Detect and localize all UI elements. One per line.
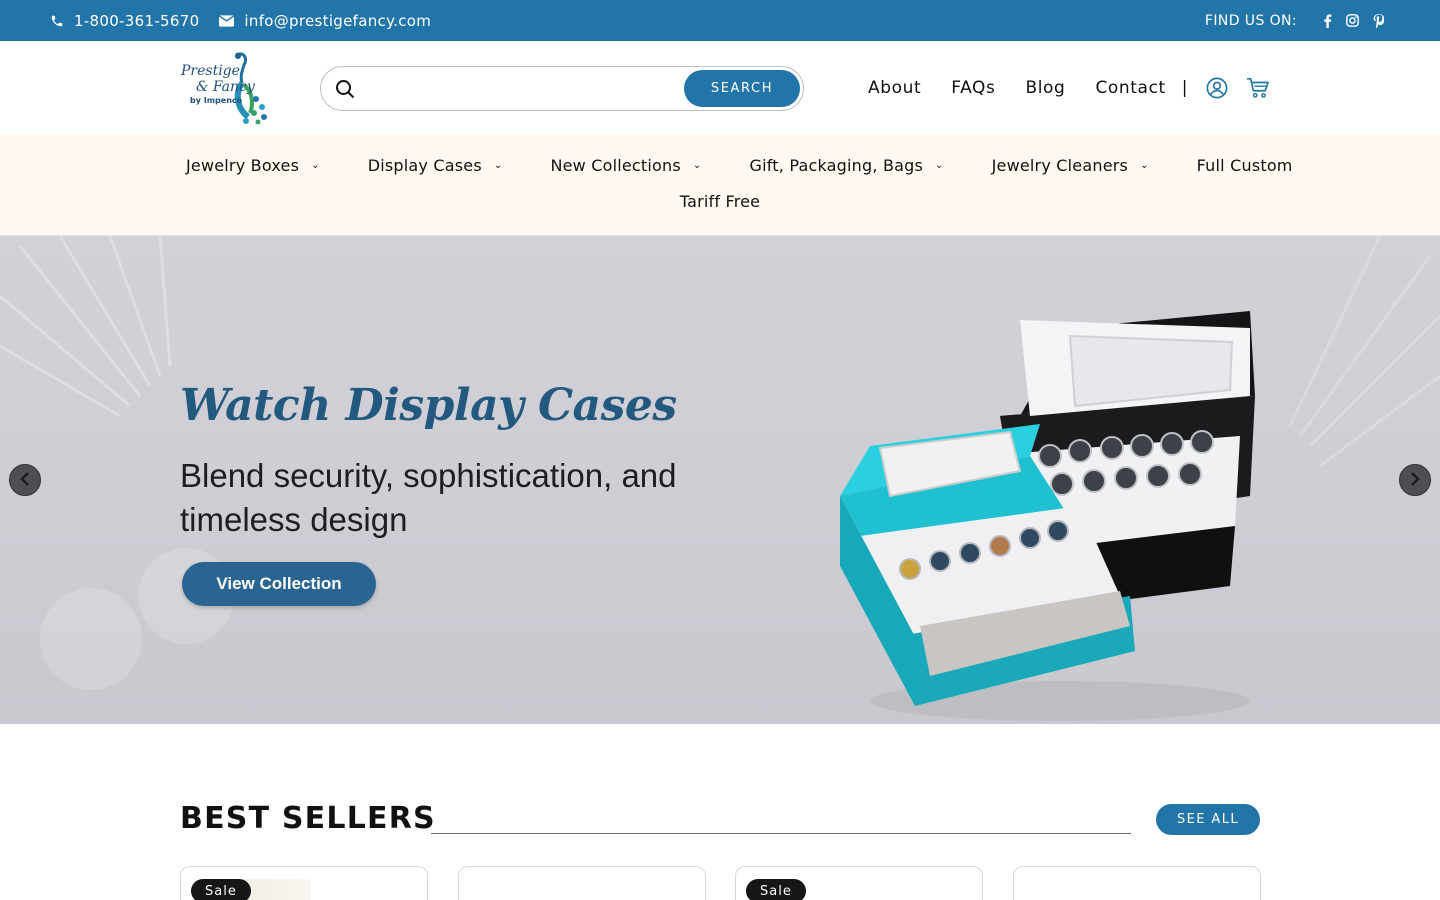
product-thumbnail	[241, 879, 311, 900]
email-address: info@prestigefancy.com	[244, 11, 432, 30]
category-label: Gift, Packaging, Bags	[749, 155, 924, 175]
sale-badge: Sale	[191, 879, 251, 900]
search-input[interactable]	[371, 73, 681, 105]
nav-faqs[interactable]: FAQs	[951, 78, 995, 98]
header-nav: About FAQs Blog Contact |	[868, 41, 1288, 134]
chevron-left-icon	[19, 471, 31, 490]
product-card[interactable]: Sale	[180, 866, 428, 900]
chevron-down-icon: ⌄	[493, 159, 503, 171]
logo-text-line2: & Fancy	[196, 79, 255, 95]
nav-about[interactable]: About	[868, 78, 921, 98]
product-card[interactable]: Sale	[735, 866, 983, 900]
search-icon	[335, 79, 355, 103]
category-nav: Jewelry Boxes ⌄ Display Cases ⌄ New Coll…	[0, 134, 1440, 236]
instagram-icon[interactable]	[1346, 14, 1359, 27]
hero-banner: Watch Display Cases Blend security, soph…	[0, 236, 1440, 724]
top-bar: 1-800-361-5670 info@prestigefancy.com FI…	[0, 0, 1440, 41]
bubble-decoration	[40, 588, 142, 690]
find-us-label: FIND US ON:	[1204, 12, 1297, 29]
category-label: Jewelry Cleaners	[991, 155, 1129, 175]
facebook-icon[interactable]	[1323, 13, 1332, 28]
email-link[interactable]: info@prestigefancy.com	[219, 12, 431, 30]
category-new-collections[interactable]: New Collections ⌄	[550, 156, 701, 175]
category-row: Jewelry Boxes ⌄ Display Cases ⌄ New Coll…	[186, 152, 1292, 178]
watch-case-image	[840, 311, 1255, 721]
hero-title: Watch Display Cases	[180, 380, 677, 431]
category-label: Full Custom	[1196, 155, 1293, 175]
sale-badge: Sale	[746, 879, 806, 900]
chevron-down-icon: ⌄	[1140, 159, 1149, 171]
contact-info: 1-800-361-5670 info@prestigefancy.com	[50, 0, 431, 41]
category-label: Display Cases	[367, 155, 482, 175]
nav-contact[interactable]: Contact	[1095, 78, 1165, 98]
category-display-cases[interactable]: Display Cases ⌄	[368, 156, 503, 175]
category-tariff-free[interactable]: Tariff Free	[0, 192, 1440, 211]
section-divider	[431, 833, 1131, 834]
chevron-right-icon	[1409, 471, 1421, 490]
view-collection-button[interactable]: View Collection	[182, 562, 376, 606]
category-label: Jewelry Boxes	[186, 155, 300, 175]
hero-subtitle: Blend security, sophistication, and time…	[180, 457, 677, 538]
logo-text-line1: Prestige	[181, 63, 240, 79]
phone-number: 1-800-361-5670	[74, 11, 200, 30]
pinterest-icon[interactable]	[1373, 13, 1384, 28]
product-card[interactable]	[1013, 866, 1261, 900]
nav-blog[interactable]: Blog	[1025, 78, 1065, 98]
chevron-down-icon: ⌄	[692, 159, 702, 171]
category-full-custom[interactable]: Full Custom	[1197, 156, 1293, 175]
category-gift-packaging-bags[interactable]: Gift, Packaging, Bags ⌄	[750, 156, 944, 175]
nav-separator: |	[1181, 77, 1189, 98]
carousel-next-button[interactable]	[1399, 464, 1431, 496]
category-label: New Collections	[550, 155, 681, 175]
search-button[interactable]: SEARCH	[684, 70, 800, 107]
see-all-button[interactable]: SEE ALL	[1156, 804, 1260, 835]
phone-icon	[50, 14, 64, 28]
carousel-prev-button[interactable]	[9, 464, 41, 496]
logo-text-line3: by Impenco	[190, 96, 243, 105]
chevron-down-icon: ⌄	[935, 159, 944, 171]
logo[interactable]: Prestige & Fancy by Impenco	[180, 51, 270, 125]
cart-icon[interactable]	[1246, 77, 1270, 99]
social-links: FIND US ON:	[1205, 0, 1384, 41]
product-card[interactable]	[458, 866, 706, 900]
category-jewelry-cleaners[interactable]: Jewelry Cleaners ⌄	[992, 156, 1149, 175]
chevron-down-icon: ⌄	[311, 159, 320, 171]
category-jewelry-boxes[interactable]: Jewelry Boxes ⌄	[186, 156, 320, 175]
envelope-icon	[219, 14, 235, 27]
site-header: Prestige & Fancy by Impenco SEARCH About…	[0, 41, 1440, 134]
search-bar: SEARCH	[320, 66, 804, 111]
account-icon[interactable]	[1206, 77, 1228, 99]
phone-link[interactable]: 1-800-361-5670	[50, 12, 199, 30]
best-sellers-title: BEST SELLERS	[180, 801, 436, 836]
